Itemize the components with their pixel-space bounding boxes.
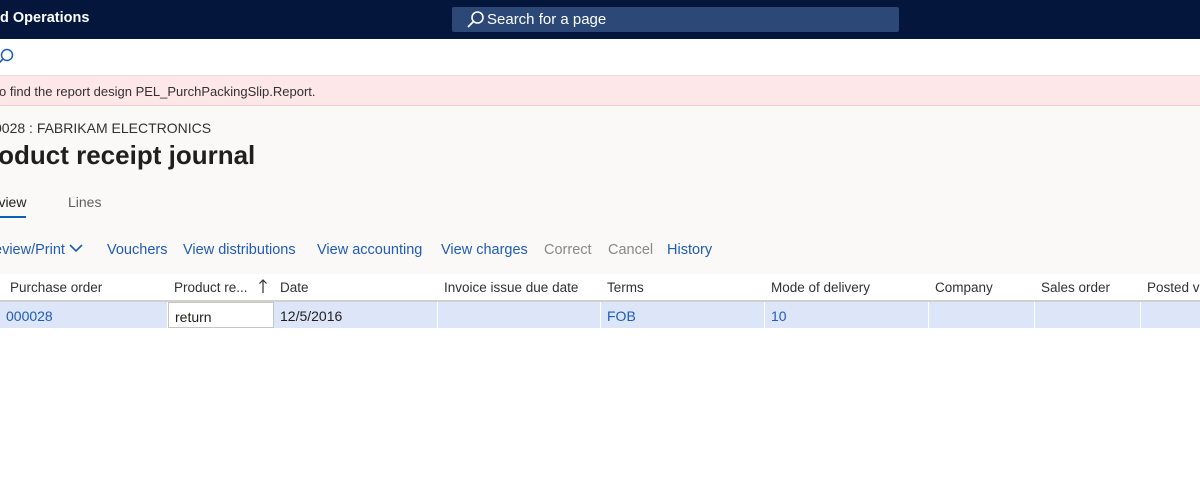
app-title[interactable]: d Operations <box>0 10 89 26</box>
column-header-product-receipt[interactable]: Product re... <box>174 280 248 295</box>
error-message-text: o find the report design PEL_PurchPackin… <box>0 84 316 99</box>
column-header-purchase-order[interactable]: Purchase order <box>10 280 102 295</box>
column-header-sales-order[interactable]: Sales order <box>1041 280 1110 295</box>
chevron-down-icon <box>69 244 83 253</box>
preview-print-label: eview/Print <box>0 242 65 258</box>
tab-overview-label: erview <box>0 194 27 210</box>
sort-ascending-icon <box>259 279 267 293</box>
grid-header-row: Purchase order Product re... Date Invoic… <box>0 274 1200 302</box>
preview-print-button[interactable]: eview/Print <box>0 242 83 258</box>
view-accounting-button[interactable]: View accounting <box>317 242 422 258</box>
cell-mode-of-delivery[interactable]: 10 <box>765 302 929 328</box>
record-caption: 0028 : FABRIKAM ELECTRONICS <box>0 120 212 136</box>
column-header-invoice-issue-due-date[interactable]: Invoice issue due date <box>444 280 578 295</box>
cell-invoice-issue-due-date[interactable] <box>438 302 601 328</box>
column-header-mode-of-delivery[interactable]: Mode of delivery <box>771 280 870 295</box>
column-header-posted[interactable]: Posted v <box>1147 280 1200 295</box>
column-header-date[interactable]: Date <box>280 280 309 295</box>
cell-terms[interactable]: FOB <box>601 302 765 328</box>
search-icon[interactable] <box>0 47 15 67</box>
mode-of-delivery-link[interactable]: 10 <box>771 308 787 324</box>
top-nav-bar: d Operations Search for a page <box>0 0 1200 39</box>
product-receipt-value: return <box>175 309 212 325</box>
page-header: 0028 : FABRIKAM ELECTRONICS roduct recei… <box>0 106 1200 274</box>
cell-date[interactable]: 12/5/2016 <box>274 302 438 328</box>
page-title: roduct receipt journal <box>0 140 256 170</box>
search-placeholder: Search for a page <box>487 11 607 28</box>
vouchers-button[interactable]: Vouchers <box>107 242 167 258</box>
history-button[interactable]: History <box>667 242 712 258</box>
cell-company[interactable] <box>929 302 1035 328</box>
purchase-order-link[interactable]: 000028 <box>6 308 53 324</box>
correct-button[interactable]: Correct <box>544 242 592 258</box>
column-header-company[interactable]: Company <box>935 280 993 295</box>
view-distributions-button[interactable]: View distributions <box>183 242 296 258</box>
cell-purchase-order[interactable]: 000028 <box>0 302 168 328</box>
action-pane <box>0 39 1200 76</box>
tab-lines[interactable]: Lines <box>68 194 101 210</box>
tab-selected-indicator <box>0 216 27 218</box>
table-row[interactable]: 000028 return 12/5/2016 FOB 10 <box>0 302 1200 328</box>
date-value: 12/5/2016 <box>280 308 343 324</box>
tab-lines-label: Lines <box>68 194 102 210</box>
cancel-button[interactable]: Cancel <box>608 242 653 258</box>
search-icon <box>467 11 484 28</box>
terms-link[interactable]: FOB <box>607 308 636 324</box>
column-header-terms[interactable]: Terms <box>607 280 644 295</box>
view-charges-button[interactable]: View charges <box>441 242 528 258</box>
cell-posted[interactable] <box>1141 302 1200 328</box>
cell-product-receipt[interactable]: return <box>168 302 274 328</box>
page-search-box[interactable]: Search for a page <box>452 7 899 32</box>
cell-sales-order[interactable] <box>1035 302 1141 328</box>
error-message-bar: o find the report design PEL_PurchPackin… <box>0 76 1200 106</box>
tab-overview[interactable]: erview <box>0 194 27 218</box>
